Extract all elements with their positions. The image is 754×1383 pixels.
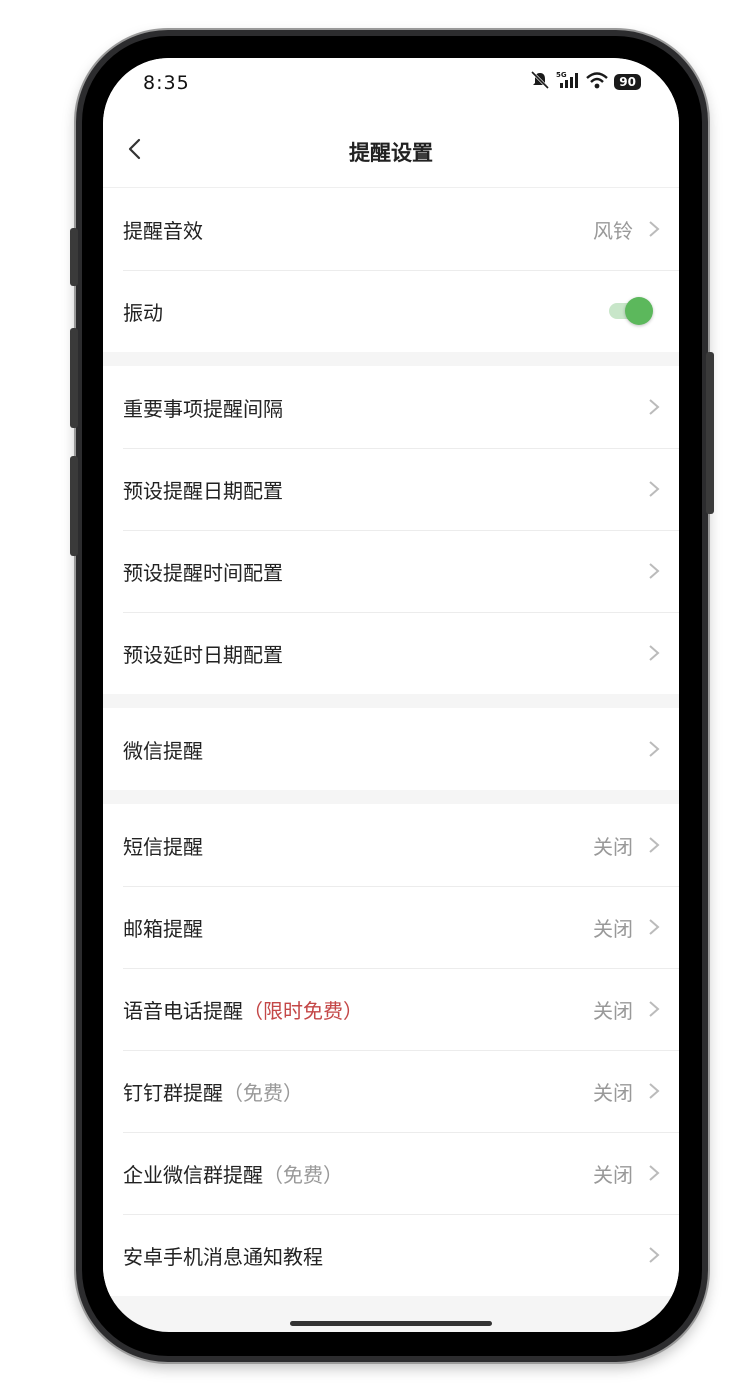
chevron-right-icon — [647, 835, 661, 855]
setting-value: 关闭 — [593, 1080, 633, 1105]
chevron-right-icon — [647, 561, 661, 581]
setting-label: 短信提醒 — [123, 834, 203, 859]
setting-label: 语音电话提醒 — [123, 998, 243, 1023]
setting-row-wechat[interactable]: 微信提醒 — [103, 708, 679, 790]
screen: 8:35 5G 90 提醒设置 提醒音效 风铃 振动 重要事项提醒间隔 预设提醒… — [103, 58, 679, 1332]
setting-row-dingtalk[interactable]: 钉钉群提醒 （免费） 关闭 — [103, 1050, 679, 1132]
free-tag: （免费） — [263, 1162, 343, 1187]
setting-value: 关闭 — [593, 998, 633, 1023]
chevron-right-icon — [647, 643, 661, 663]
nav-bar: 提醒设置 — [103, 110, 679, 188]
vibration-toggle[interactable] — [609, 297, 653, 325]
setting-row-preset-date[interactable]: 预设提醒日期配置 — [103, 448, 679, 530]
setting-row-android-tutorial[interactable]: 安卓手机消息通知教程 — [103, 1214, 679, 1296]
status-icons: 5G 90 — [529, 70, 641, 94]
setting-label: 企业微信群提醒 — [123, 1162, 263, 1187]
setting-label: 安卓手机消息通知教程 — [123, 1244, 323, 1269]
chevron-right-icon — [647, 397, 661, 417]
battery-indicator: 90 — [614, 74, 641, 90]
setting-label: 钉钉群提醒 — [123, 1080, 223, 1105]
setting-label: 邮箱提醒 — [123, 916, 203, 941]
setting-row-important-interval[interactable]: 重要事项提醒间隔 — [103, 366, 679, 448]
setting-label: 微信提醒 — [123, 738, 203, 763]
chevron-right-icon — [647, 1245, 661, 1265]
free-tag: （免费） — [223, 1080, 303, 1105]
setting-value: 关闭 — [593, 916, 633, 941]
setting-row-email[interactable]: 邮箱提醒 关闭 — [103, 886, 679, 968]
setting-row-voice-call[interactable]: 语音电话提醒 （限时免费） 关闭 — [103, 968, 679, 1050]
chevron-right-icon — [647, 1081, 661, 1101]
promo-tag: （限时免费） — [243, 998, 363, 1023]
setting-label: 提醒音效 — [123, 218, 203, 243]
settings-group-sound: 提醒音效 风铃 振动 — [103, 188, 679, 352]
home-indicator[interactable] — [290, 1321, 492, 1326]
setting-row-preset-delay[interactable]: 预设延时日期配置 — [103, 612, 679, 694]
chevron-right-icon — [647, 917, 661, 937]
setting-value: 关闭 — [593, 834, 633, 859]
settings-group-wechat: 微信提醒 — [103, 708, 679, 790]
volume-up-button — [70, 328, 78, 428]
settings-list: 提醒音效 风铃 振动 重要事项提醒间隔 预设提醒日期配置 预设提醒时间配置 预设… — [103, 188, 679, 1310]
setting-label: 预设延时日期配置 — [123, 642, 283, 667]
cellular-signal-icon: 5G — [556, 70, 580, 94]
chevron-right-icon — [647, 739, 661, 759]
chevron-right-icon — [647, 219, 661, 239]
silent-switch — [70, 228, 78, 286]
wifi-icon — [585, 70, 609, 94]
chevron-right-icon — [647, 999, 661, 1019]
setting-value: 关闭 — [593, 1162, 633, 1187]
mute-bell-icon — [529, 70, 551, 94]
toggle-knob — [625, 297, 653, 325]
setting-label: 预设提醒时间配置 — [123, 560, 283, 585]
setting-label: 重要事项提醒间隔 — [123, 396, 283, 421]
setting-row-preset-time[interactable]: 预设提醒时间配置 — [103, 530, 679, 612]
settings-group-presets: 重要事项提醒间隔 预设提醒日期配置 预设提醒时间配置 预设延时日期配置 — [103, 366, 679, 694]
setting-row-wecom[interactable]: 企业微信群提醒 （免费） 关闭 — [103, 1132, 679, 1214]
chevron-right-icon — [647, 479, 661, 499]
setting-row-sound-effect[interactable]: 提醒音效 风铃 — [103, 188, 679, 270]
status-time: 8:35 — [143, 72, 190, 94]
setting-label: 预设提醒日期配置 — [123, 478, 283, 503]
power-button — [706, 352, 714, 514]
chevron-right-icon — [647, 1163, 661, 1183]
svg-text:5G: 5G — [556, 71, 567, 79]
setting-row-vibration: 振动 — [103, 270, 679, 352]
page-title: 提醒设置 — [349, 141, 433, 165]
setting-row-sms[interactable]: 短信提醒 关闭 — [103, 804, 679, 886]
setting-value: 风铃 — [593, 218, 633, 243]
setting-label: 振动 — [123, 300, 163, 325]
volume-down-button — [70, 456, 78, 556]
settings-group-channels: 短信提醒 关闭 邮箱提醒 关闭 语音电话提醒 （限时免费） 关闭 钉钉群提醒 （… — [103, 804, 679, 1296]
status-bar: 8:35 5G 90 — [103, 58, 679, 110]
